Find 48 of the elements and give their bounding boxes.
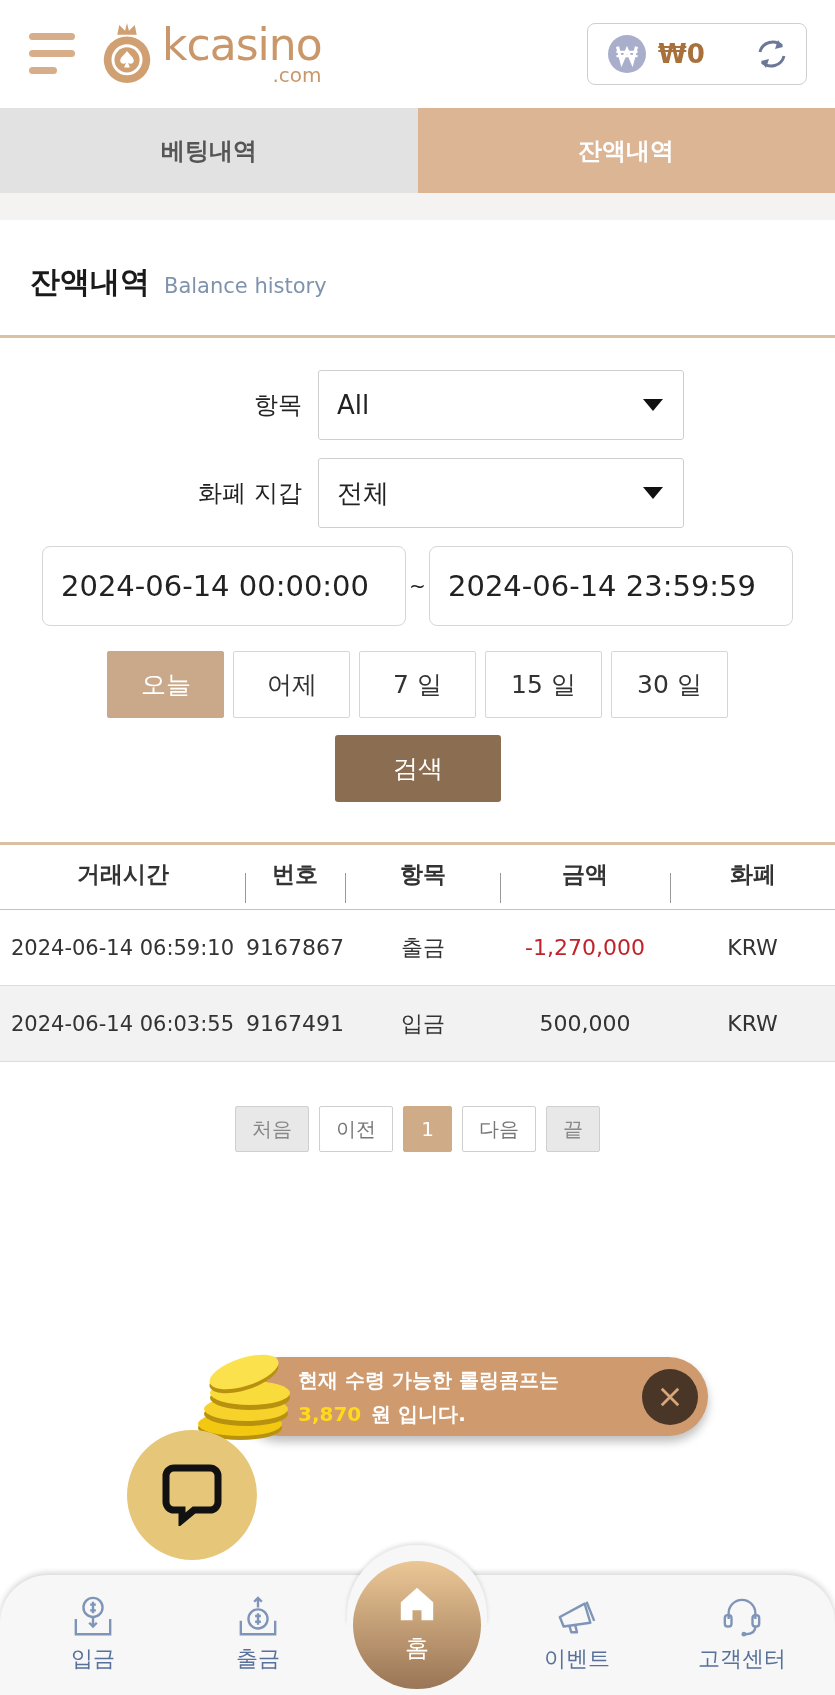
section-title: 잔액내역 (30, 263, 150, 301)
start-date-field[interactable]: 2024-06-14 00:00:00 (42, 546, 406, 626)
column-header: 항목 (345, 845, 500, 909)
nav-deposit[interactable]: 입금 (22, 1596, 163, 1674)
range-separator: ~ (408, 574, 427, 598)
nav-withdraw[interactable]: 출금 (188, 1596, 329, 1674)
nav-support[interactable]: 고객센터 (672, 1596, 813, 1674)
column-header: 화폐 (670, 845, 835, 909)
table-cell-text: 2024-06-14 06:03:55 (9, 1011, 235, 1036)
notice-text: 원 입니다. (371, 1400, 466, 1428)
table-cell-text: 2024-06-14 06:59:10 (9, 935, 235, 960)
table-cell-text: 500,000 (538, 1011, 632, 1036)
coin-icon (608, 35, 646, 73)
column-header: 금액 (500, 845, 670, 909)
table-cell: 9167491 (245, 1011, 345, 1036)
nav-event[interactable]: 이벤트 (506, 1596, 647, 1674)
close-icon (659, 1385, 681, 1408)
logo[interactable]: kcasino .com (162, 23, 322, 85)
filter-label: 화폐 지갑 (197, 478, 303, 509)
tab[interactable]: 베팅내역 (0, 108, 418, 193)
table-cell-text: 출금 (399, 933, 446, 962)
table-cell-text: KRW (726, 1011, 779, 1036)
home-icon (399, 1586, 436, 1622)
close-button[interactable] (642, 1368, 698, 1425)
table-cell-text: KRW (726, 935, 779, 960)
balance-amount: ₩0 (658, 39, 706, 69)
search-button[interactable]: 검색 (334, 735, 501, 802)
page-button[interactable]: 다음 (462, 1106, 536, 1152)
table-cell-text: -1,270,000 (524, 935, 646, 960)
end-date-field[interactable]: 2024-06-14 23:59:59 (429, 546, 793, 626)
period-button[interactable]: 30 일 (611, 651, 728, 718)
comp-amount: 3,870 (298, 1400, 362, 1428)
dropdown-icon (643, 487, 663, 499)
period-button[interactable]: 7 일 (359, 651, 476, 718)
table-cell: 9167867 (245, 935, 345, 960)
select-field[interactable]: 전체 (318, 458, 684, 528)
select-field[interactable]: All (318, 370, 684, 440)
table-cell-text: 입금 (399, 1009, 446, 1038)
notice-text: 현재 수령 가능한 롤링콤프는 (298, 1366, 559, 1394)
column-header: 거래시간 (75, 860, 170, 889)
column-header: 번호 (245, 845, 345, 909)
page-button[interactable]: 이전 (319, 1106, 393, 1152)
chat-bubble-icon (162, 1464, 222, 1526)
section-subtitle: Balance history (164, 273, 327, 298)
dropdown-icon (643, 399, 663, 411)
period-button[interactable]: 어제 (233, 651, 350, 718)
period-button[interactable]: 15 일 (485, 651, 602, 718)
filter-label: 항목 (253, 390, 303, 421)
